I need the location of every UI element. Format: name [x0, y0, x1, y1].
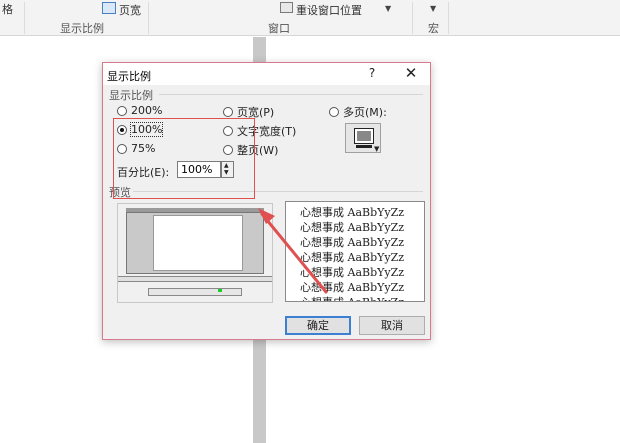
page-width-button[interactable]: 页宽 [119, 2, 141, 18]
page-width-icon [102, 2, 116, 14]
sample-line: 心想事成 AaBbYyZz [300, 206, 405, 219]
preview-monitor [117, 203, 273, 303]
sample-line: 心想事成 AaBbYyZz [300, 221, 405, 234]
monitor-base [356, 145, 372, 148]
radio-page-width-dot[interactable] [223, 107, 233, 117]
radio-multi-page-dot[interactable] [329, 107, 339, 117]
ribbon-group-macro-label: 宏 [428, 22, 439, 35]
ribbon: 格 页宽 显示比例 重设窗口位置 ▼ 窗口 ▼ 宏 [0, 0, 620, 36]
help-button[interactable]: ? [365, 66, 379, 80]
sample-text-box: 心想事成 AaBbYyZz 心想事成 AaBbYyZz 心想事成 AaBbYyZ… [285, 201, 425, 302]
sample-line: 心想事成 AaBbYyZz [300, 251, 405, 264]
preview-screen [126, 212, 264, 274]
zoom-group-label: 显示比例 [109, 89, 153, 102]
radio-200[interactable]: 200% [117, 104, 162, 117]
chevron-down-icon: ▼ [374, 145, 380, 153]
ok-button[interactable]: 确定 [285, 316, 351, 335]
radio-200-label: 200% [131, 104, 163, 117]
ribbon-group-window-label: 窗口 [268, 22, 290, 35]
ribbon-group-zoom-label: 显示比例 [60, 22, 104, 35]
reset-window-icon [280, 2, 293, 13]
preview-page [153, 215, 243, 271]
reset-window-button[interactable]: 重设窗口位置 [296, 2, 362, 18]
macro-dropdown-icon[interactable]: ▼ [430, 4, 436, 13]
close-button[interactable]: ✕ [403, 64, 419, 82]
zoom-dialog: 显示比例 ? ✕ 显示比例 200% 100% 75% 页宽(P) 文字宽度(T… [102, 62, 431, 340]
dialog-title: 显示比例 [107, 70, 151, 83]
sample-line: 心想事成 AaBbYyZz [300, 236, 405, 249]
cancel-button[interactable]: 取消 [359, 316, 425, 335]
radio-multi-page[interactable]: 多页(M): [329, 104, 387, 120]
annotation-highlight-box [113, 118, 255, 199]
multi-page-picker-button[interactable]: ▼ [345, 123, 381, 153]
dialog-titlebar[interactable]: 显示比例 ? ✕ [103, 63, 430, 85]
ribbon-left-fragment: 格 [2, 3, 13, 16]
radio-200-dot[interactable] [117, 105, 127, 116]
sample-line: 心想事成 AaBbYyZz [300, 266, 405, 279]
monitor-icon [354, 128, 374, 144]
radio-multi-page-label: 多页(M): [343, 106, 387, 119]
sample-line: 心想事成 AaBbYyZz [300, 281, 405, 294]
sample-line: 心想事成 AaBbYyZz [300, 294, 404, 301]
window-dropdown-icon[interactable]: ▼ [385, 4, 391, 13]
